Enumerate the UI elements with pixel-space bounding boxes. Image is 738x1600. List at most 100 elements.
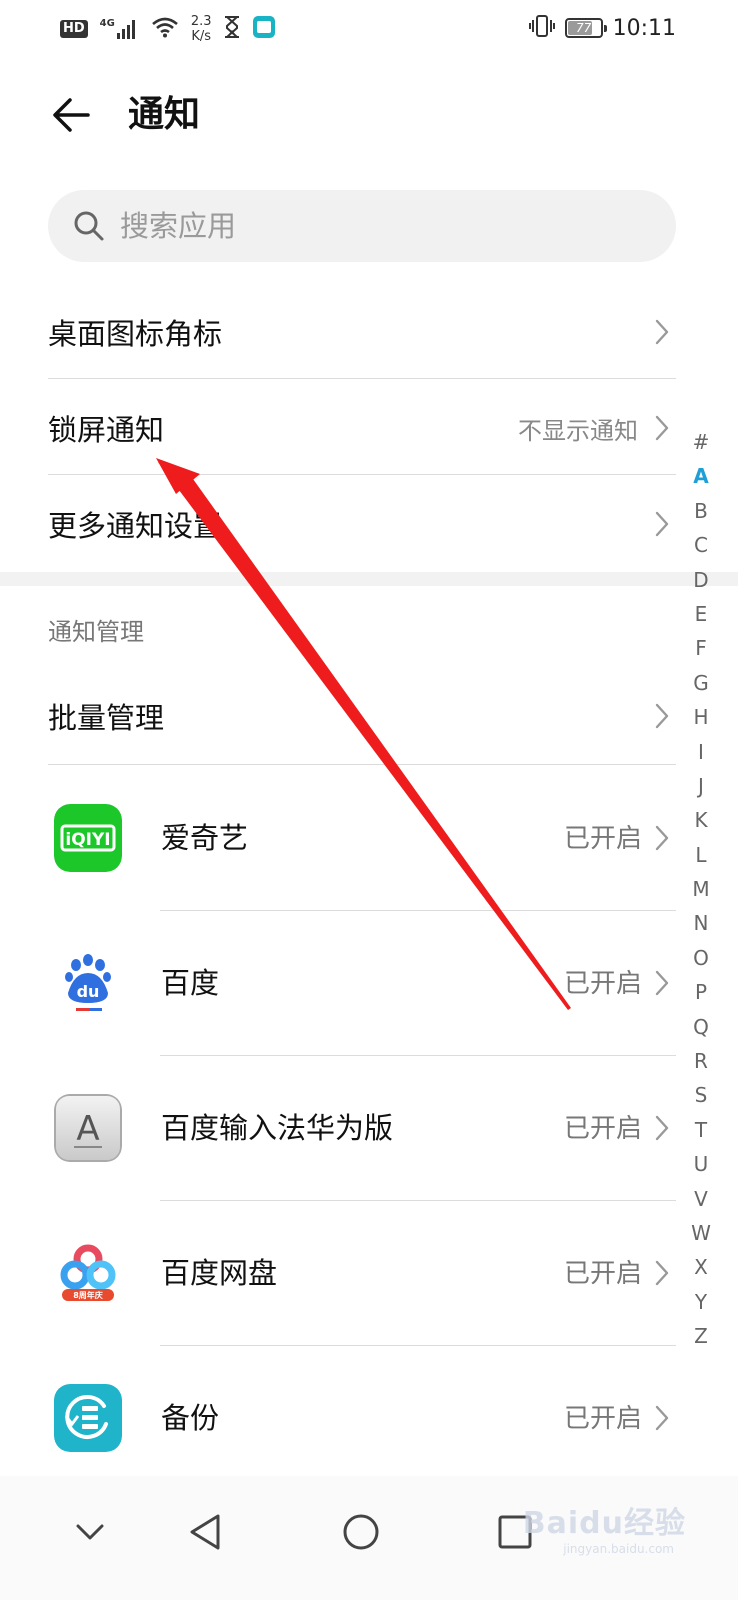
alpha-index-letter[interactable]: E — [686, 597, 716, 631]
search-bar[interactable] — [48, 190, 676, 262]
app-name: 百度输入法华为版 — [161, 1111, 394, 1145]
alpha-index-letter[interactable]: I — [686, 735, 716, 769]
app-row-iqiyi[interactable]: iQIYI 爱奇艺 已开启 — [48, 766, 676, 911]
alpha-index-letter[interactable]: Q — [686, 1010, 716, 1044]
chevron-right-icon — [655, 703, 669, 729]
app-status: 已开启 — [563, 824, 642, 854]
chevron-down-icon — [76, 1524, 104, 1540]
app-name: 百度网盘 — [161, 1256, 278, 1290]
navigation-bar: Baidu经验 jingyan.baidu.com — [0, 1476, 738, 1600]
divider — [48, 474, 676, 475]
app-row-baidu[interactable]: du 百度 已开启 — [48, 911, 676, 1056]
alpha-index-letter[interactable]: X — [686, 1250, 716, 1284]
baidu-icon: du — [54, 949, 122, 1017]
alpha-index-letter[interactable]: J — [686, 769, 716, 803]
wifi-icon — [151, 16, 179, 42]
circle-home-icon — [343, 1514, 379, 1550]
reader-app-icon — [252, 15, 276, 43]
alpha-index-letter[interactable]: W — [686, 1216, 716, 1250]
section-separator — [0, 572, 738, 586]
baidu-netdisk-icon: 8周年庆 — [54, 1239, 122, 1307]
watermark-url: jingyan.baidu.com — [563, 1542, 674, 1556]
search-icon — [74, 211, 104, 241]
alpha-index-letter[interactable]: C — [686, 528, 716, 562]
app-status: 已开启 — [563, 1404, 642, 1434]
batch-manage-row[interactable]: 批量管理 — [48, 668, 676, 764]
alpha-index-letter[interactable]: S — [686, 1078, 716, 1112]
alphabet-index[interactable]: # A B C D E F G H I J K L M N O P Q R S T U V W X Y Z — [686, 425, 716, 1354]
chevron-right-icon — [655, 970, 669, 996]
app-status: 已开启 — [563, 1259, 642, 1289]
divider — [48, 764, 676, 765]
back-button[interactable] — [48, 90, 98, 140]
hd-badge: HD — [60, 20, 88, 38]
row-value: 不显示通知 — [518, 416, 638, 445]
row-label: 桌面图标角标 — [48, 317, 223, 351]
iqiyi-icon: iQIYI — [54, 804, 122, 872]
row-label: 批量管理 — [48, 701, 165, 735]
alpha-index-letter[interactable]: L — [686, 838, 716, 872]
network-type: 4G — [99, 18, 115, 29]
triangle-back-icon — [190, 1514, 220, 1550]
more-notification-settings-row[interactable]: 更多通知设置 — [48, 476, 676, 572]
lockscreen-notification-row[interactable]: 锁屏通知 不显示通知 — [48, 380, 676, 476]
status-bar-right: 77 10:11 — [528, 14, 676, 42]
alpha-index-letter[interactable]: R — [686, 1044, 716, 1078]
app-name: 爱奇艺 — [161, 821, 249, 855]
alpha-index-letter[interactable]: O — [686, 941, 716, 975]
chevron-right-icon — [655, 825, 669, 851]
cellular-signal-icon: 4G — [100, 19, 139, 39]
alpha-index-letter[interactable]: F — [686, 631, 716, 665]
nav-home-button[interactable] — [331, 1502, 391, 1562]
app-status: 已开启 — [563, 969, 642, 999]
alpha-index-letter[interactable]: Z — [686, 1319, 716, 1353]
back-arrow-icon — [53, 98, 90, 132]
search-input[interactable] — [120, 209, 600, 243]
battery-level: 77 — [575, 21, 592, 35]
section-header: 通知管理 — [48, 618, 144, 646]
alpha-index-letter[interactable]: H — [686, 700, 716, 734]
keyboard-letter: A — [76, 1109, 99, 1149]
app-row-backup[interactable]: 备份 已开启 — [48, 1346, 676, 1491]
baidu-logo-text: du — [77, 982, 100, 1001]
anniversary-badge-text: 8周年庆 — [73, 1290, 103, 1300]
battery-icon: 77 — [564, 18, 607, 38]
app-name: 备份 — [161, 1401, 220, 1435]
alpha-index-letter[interactable]: U — [686, 1147, 716, 1181]
network-speed: 2.3 K/s — [191, 14, 212, 44]
app-row-baidu-input[interactable]: A 百度输入法华为版 已开启 — [48, 1056, 676, 1201]
desktop-icon-badge-row[interactable]: 桌面图标角标 — [48, 284, 676, 380]
alpha-index-letter[interactable]: G — [686, 666, 716, 700]
chevron-right-icon — [655, 319, 669, 345]
vibrate-icon — [528, 14, 555, 42]
title-bar: 通知 — [0, 70, 738, 160]
app-row-baidu-netdisk[interactable]: 8周年庆 百度网盘 已开启 — [48, 1201, 676, 1346]
baidu-input-icon: A — [54, 1094, 122, 1162]
alpha-index-letter[interactable]: D — [686, 563, 716, 597]
row-label: 更多通知设置 — [48, 509, 223, 543]
alpha-index-letter[interactable]: N — [686, 906, 716, 940]
chevron-right-icon — [655, 415, 669, 441]
speed-unit: K/s — [191, 29, 212, 44]
app-status: 已开启 — [563, 1114, 642, 1144]
page-title: 通知 — [128, 94, 201, 135]
alpha-index-letter[interactable]: M — [686, 872, 716, 906]
alpha-index-letter[interactable]: A — [686, 459, 716, 493]
alpha-index-letter[interactable]: # — [686, 425, 716, 459]
collapse-nav-button[interactable] — [60, 1502, 120, 1562]
nav-back-button[interactable] — [176, 1502, 236, 1562]
chevron-right-icon — [655, 1405, 669, 1431]
alpha-index-letter[interactable]: Y — [686, 1285, 716, 1319]
alpha-index-letter[interactable]: K — [686, 803, 716, 837]
divider — [48, 378, 676, 379]
iqiyi-logo-text: iQIYI — [65, 830, 110, 850]
row-label: 锁屏通知 — [48, 413, 165, 447]
chevron-right-icon — [655, 1115, 669, 1141]
alpha-index-letter[interactable]: V — [686, 1182, 716, 1216]
watermark-logo: Baidu经验 — [522, 1506, 686, 1541]
alpha-index-letter[interactable]: B — [686, 494, 716, 528]
hourglass-icon — [224, 16, 240, 42]
speed-value: 2.3 — [190, 14, 212, 29]
alpha-index-letter[interactable]: T — [686, 1113, 716, 1147]
alpha-index-letter[interactable]: P — [686, 975, 716, 1009]
